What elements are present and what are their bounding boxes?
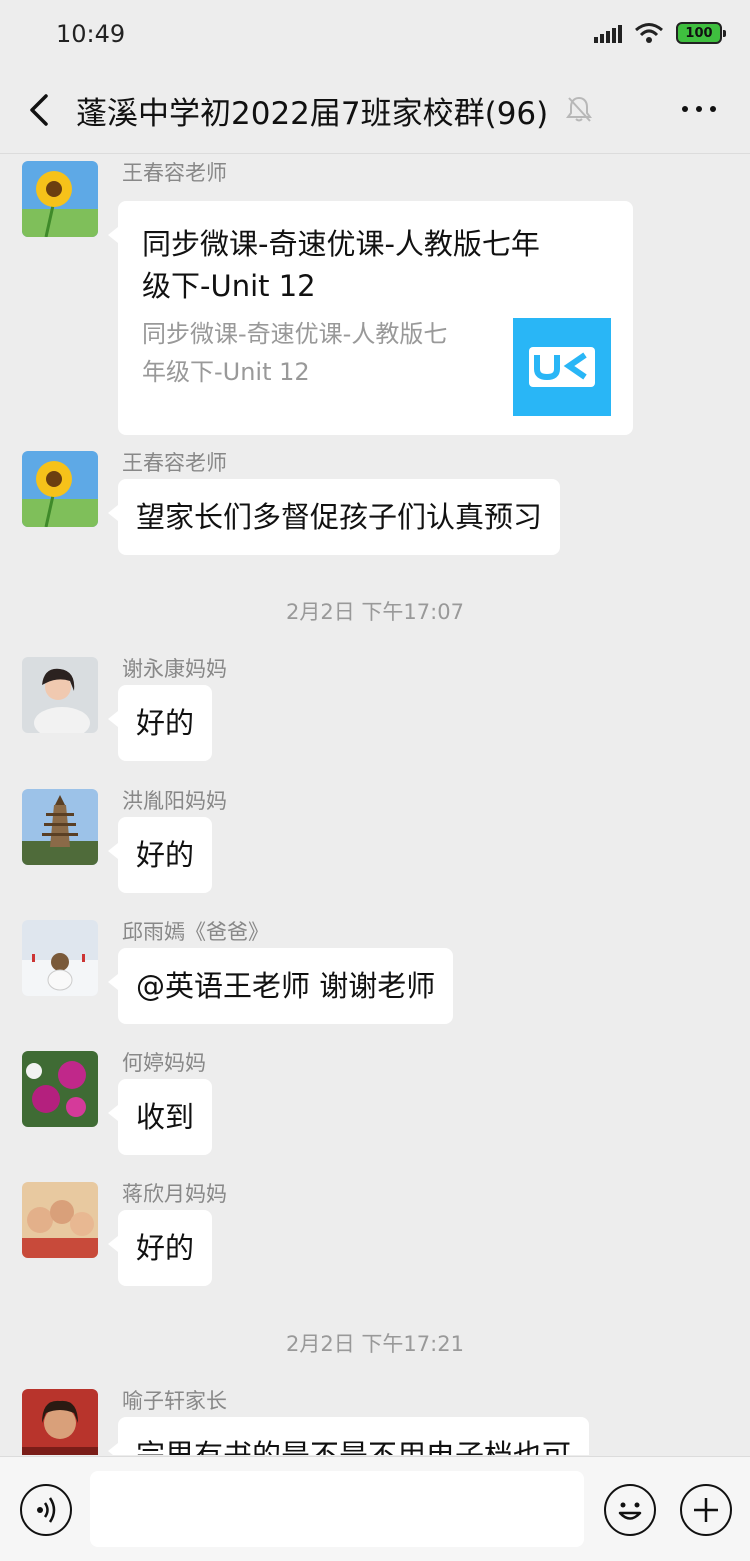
avatar[interactable] [22, 161, 98, 237]
chat-header: 蓬溪中学初2022届7班家校群(96) [0, 70, 750, 154]
status-icons: 100 [594, 22, 726, 44]
bell-muted-icon [566, 96, 592, 122]
message-input[interactable] [90, 1471, 584, 1547]
avatar[interactable] [22, 920, 98, 996]
message-bubble[interactable]: 收到 [107, 1079, 213, 1155]
voice-icon[interactable] [20, 1484, 72, 1536]
chat-history[interactable]: 王春容老师 同步微课-奇速优课-人教版七年 级下-Unit 12 同步微课-奇速… [0, 155, 750, 1455]
timestamp: 2月2日 下午17:21 [286, 1332, 464, 1356]
message-bubble[interactable]: @英语王老师 谢谢老师 [107, 948, 454, 1024]
timestamp: 2月2日 下午17:07 [286, 600, 464, 624]
sender-name: 王春容老师 [122, 451, 227, 475]
emoji-icon[interactable] [604, 1484, 656, 1536]
card-logo-icon [513, 318, 611, 416]
card-title: 同步微课-奇速优课-人教版七年 级下-Unit 12 [142, 227, 540, 303]
sender-name: 喻子轩家长 [122, 1389, 227, 1413]
wifi-icon [635, 23, 663, 43]
message-bubble[interactable]: 好的 [107, 817, 213, 893]
plus-icon[interactable] [680, 1484, 732, 1536]
avatar[interactable] [22, 1182, 98, 1258]
avatar[interactable] [22, 1051, 98, 1127]
message-bubble[interactable]: 望家长们多督促孩子们认真预习 [107, 479, 561, 555]
avatar[interactable] [22, 657, 98, 733]
status-bar: 10:49 100 [0, 0, 750, 70]
sender-name: 洪胤阳妈妈 [122, 789, 227, 813]
sender-name: 谢永康妈妈 [122, 657, 227, 681]
avatar[interactable] [22, 1389, 98, 1455]
sender-name: 邱雨嫣《爸爸》 [122, 920, 269, 944]
avatar[interactable] [22, 789, 98, 865]
link-card[interactable]: 同步微课-奇速优课-人教版七年 级下-Unit 12 同步微课-奇速优课-人教版… [108, 201, 633, 435]
sender-name: 何婷妈妈 [122, 1051, 206, 1075]
message-bubble[interactable]: 宗里有书的是不是不用电子档也可 [107, 1417, 590, 1455]
chat-title[interactable]: 蓬溪中学初2022届7班家校群(96) [76, 88, 548, 133]
message-bubble[interactable]: 好的 [107, 685, 213, 761]
card-description: 同步微课-奇速优课-人教版七 年级下-Unit 12 [142, 320, 448, 386]
chevron-left-icon[interactable] [22, 90, 62, 130]
signal-icon [594, 23, 622, 43]
sender-name: 蒋欣月妈妈 [122, 1182, 227, 1206]
status-time: 10:49 [56, 20, 126, 48]
message-bubble[interactable]: 好的 [107, 1210, 213, 1286]
sender-name: 王春容老师 [122, 161, 227, 185]
input-bar [0, 1456, 750, 1561]
more-dots-icon[interactable] [682, 106, 716, 112]
avatar[interactable] [22, 451, 98, 527]
battery-icon: 100 [676, 22, 726, 44]
battery-level: 100 [685, 25, 713, 41]
